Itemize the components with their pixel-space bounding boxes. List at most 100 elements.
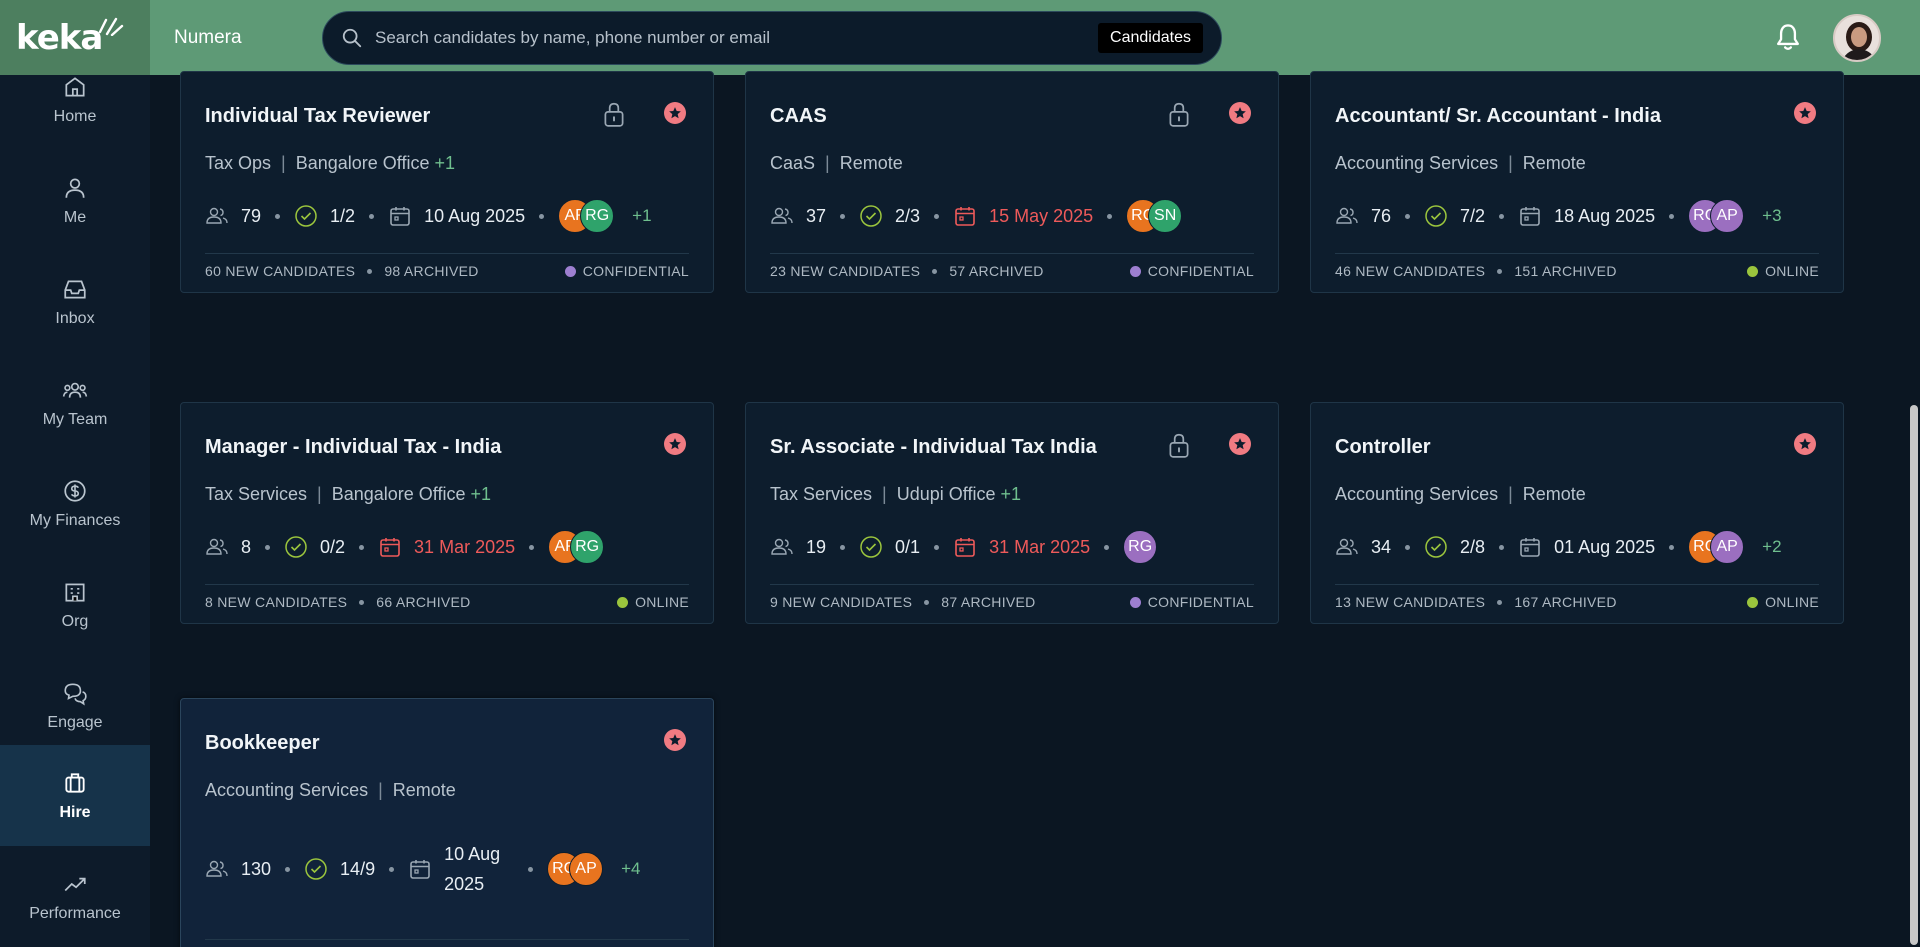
assignee-avatar[interactable]: AP [569, 852, 604, 886]
job-status: CONFIDENTIAL [1129, 594, 1254, 610]
assignee-avatar[interactable]: RG [570, 530, 605, 564]
assignee-more-count[interactable]: +3 [1762, 206, 1781, 226]
archived-link[interactable]: 87 ARCHIVED [941, 594, 1035, 610]
calendar-icon [955, 538, 975, 557]
assignee-avatar[interactable]: RG [580, 199, 615, 233]
search-bar[interactable]: Candidates [322, 11, 1222, 65]
job-meta: Tax Services | Bangalore Office +1 [205, 484, 491, 505]
department-label: Accounting Services [205, 780, 369, 800]
job-card[interactable]: Bookkeeper Accounting Services | Remote 130… [180, 698, 714, 947]
job-title[interactable]: Bookkeeper [205, 732, 320, 755]
favorite-star-button[interactable] [1229, 102, 1251, 124]
job-title[interactable]: Sr. Associate - Individual Tax India [770, 436, 1097, 459]
job-card[interactable]: Controller Accounting Services | Remote 34 2… [1310, 402, 1844, 624]
favorite-star-button[interactable] [1794, 102, 1816, 124]
sidebar-item-performance[interactable]: Performance [0, 846, 150, 947]
favorite-star-button[interactable] [1794, 433, 1816, 455]
location-label: Bangalore Office [295, 153, 430, 173]
sidebar-item-my-team[interactable]: My Team [0, 352, 150, 453]
location-label: Remote [1522, 484, 1586, 504]
candidates-icon [206, 207, 228, 224]
job-card[interactable]: Individual Tax Reviewer Tax Ops | Bangalore… [180, 71, 714, 293]
star-icon [669, 107, 681, 119]
sidebar-item-home[interactable]: Home [0, 49, 150, 150]
assignee-avatar[interactable]: AP [1710, 530, 1745, 564]
job-card[interactable]: Accountant/ Sr. Accountant - India Accoun… [1310, 71, 1844, 293]
org-name[interactable]: Numera [174, 27, 322, 49]
new-candidates-link[interactable]: 13 NEW CANDIDATES [1335, 594, 1485, 610]
favorite-star-button[interactable] [664, 729, 686, 751]
sidebar-item-my-finances[interactable]: My Finances [0, 453, 150, 554]
archived-link[interactable]: 66 ARCHIVED [376, 594, 470, 610]
interviews-ratio: 0/2 [320, 536, 346, 557]
new-candidates-link[interactable]: 46 NEW CANDIDATES [1335, 263, 1485, 279]
job-card[interactable]: CAAS CaaS | Remote 37 2/3 15 May 2025 RG SN 23 N… [745, 71, 1279, 293]
job-title[interactable]: Manager - Individual Tax - India [205, 436, 501, 459]
sidebar: Home Me Inbox My Team My Finances Org En… [0, 75, 150, 947]
check-circle-icon [285, 536, 307, 558]
scrollbar[interactable] [1907, 75, 1920, 947]
card-divider [770, 253, 1254, 254]
sidebar-item-inbox[interactable]: Inbox [0, 251, 150, 352]
job-card[interactable]: Manager - Individual Tax - India Tax Serv… [180, 402, 714, 624]
status-label: ONLINE [1765, 263, 1819, 279]
job-stats: 130 14/9 10 Aug 2025 RG AP +4 [205, 844, 640, 894]
assignees: AP RG +1 [558, 199, 652, 233]
assignee-avatar[interactable]: RG [1123, 530, 1158, 564]
team-icon [62, 382, 88, 398]
assignee-avatar[interactable]: SN [1148, 199, 1183, 233]
interviews-ratio: 0/1 [895, 536, 921, 557]
search-icon [342, 28, 362, 48]
search-input[interactable] [375, 28, 1099, 48]
favorite-star-button[interactable] [1229, 433, 1251, 455]
sidebar-item-org[interactable]: Org [0, 554, 150, 655]
sidebar-item-label: My Team [42, 410, 108, 428]
chat-icon [64, 683, 87, 706]
sidebar-item-engage[interactable]: Engage [0, 655, 150, 756]
bell-icon[interactable] [1774, 22, 1802, 52]
candidates-count: 76 [1371, 205, 1392, 226]
job-meta: Accounting Services | Remote [205, 780, 456, 801]
search-scope-button[interactable]: Candidates [1098, 23, 1203, 53]
department-label: Tax Services [770, 484, 873, 504]
job-title[interactable]: Individual Tax Reviewer [205, 105, 430, 128]
confidential-lock [1166, 431, 1192, 464]
department-label: Accounting Services [1335, 153, 1499, 173]
target-date: 18 Aug 2025 [1554, 205, 1656, 226]
sidebar-item-label: Hire [59, 803, 91, 821]
scrollbar-thumb[interactable] [1910, 405, 1918, 945]
new-candidates-link[interactable]: 9 NEW CANDIDATES [770, 594, 912, 610]
extra-location-count[interactable]: +1 [1000, 484, 1021, 504]
job-title[interactable]: Controller [1335, 436, 1431, 459]
card-footer: 8 NEW CANDIDATES 66 ARCHIVED ONLINE [205, 592, 689, 612]
favorite-star-button[interactable] [664, 433, 686, 455]
sidebar-item-label: Performance [29, 904, 121, 922]
archived-link[interactable]: 57 ARCHIVED [949, 263, 1043, 279]
assignee-more-count[interactable]: +4 [621, 859, 640, 879]
dollar-icon [64, 479, 86, 502]
interviews-ratio: 1/2 [330, 205, 356, 226]
job-title[interactable]: Accountant/ Sr. Accountant - India [1335, 105, 1661, 128]
job-title[interactable]: CAAS [770, 105, 827, 128]
job-stats: 19 0/1 31 Mar 2025 RG [770, 527, 1158, 567]
lock-icon [1169, 102, 1189, 127]
new-candidates-link[interactable]: 60 NEW CANDIDATES [205, 263, 355, 279]
user-avatar[interactable] [1833, 14, 1881, 62]
new-candidates-link[interactable]: 8 NEW CANDIDATES [205, 594, 347, 610]
star-icon [669, 438, 681, 450]
meta-separator: | [1508, 484, 1513, 504]
candidates-count: 8 [241, 536, 252, 557]
extra-location-count[interactable]: +1 [435, 153, 456, 173]
assignee-more-count[interactable]: +1 [632, 206, 651, 226]
archived-link[interactable]: 98 ARCHIVED [384, 263, 478, 279]
archived-link[interactable]: 151 ARCHIVED [1514, 263, 1616, 279]
extra-location-count[interactable]: +1 [471, 484, 492, 504]
favorite-star-button[interactable] [664, 102, 686, 124]
assignee-more-count[interactable]: +2 [1762, 537, 1781, 557]
job-card[interactable]: Sr. Associate - Individual Tax India Tax … [745, 402, 1279, 624]
new-candidates-link[interactable]: 23 NEW CANDIDATES [770, 263, 920, 279]
archived-link[interactable]: 167 ARCHIVED [1514, 594, 1616, 610]
assignee-avatar[interactable]: AP [1710, 199, 1745, 233]
sidebar-item-me[interactable]: Me [0, 150, 150, 251]
sidebar-item-hire[interactable]: Hire [0, 745, 150, 846]
